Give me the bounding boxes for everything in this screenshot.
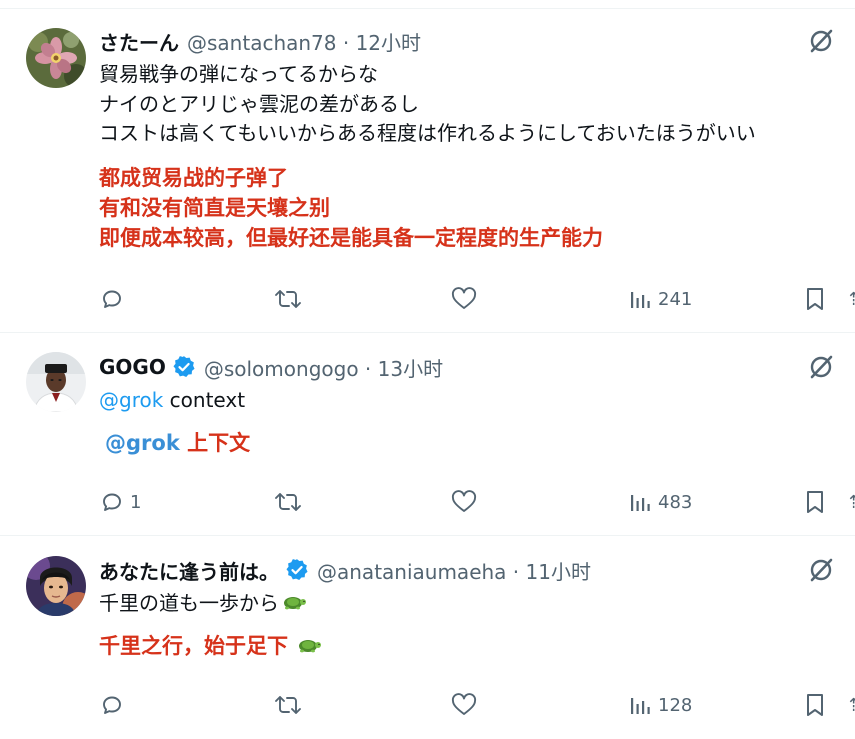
like-icon — [451, 693, 477, 715]
bookmark-button[interactable] — [804, 487, 826, 517]
avatar[interactable] — [26, 28, 86, 88]
views-button[interactable]: 241 — [628, 284, 692, 314]
like-button[interactable] — [451, 690, 483, 720]
tweet-header: GOGO @solomongogo · 13小时 — [99, 353, 443, 382]
turtle-emoji — [284, 597, 306, 610]
reply-icon — [103, 493, 121, 511]
views-button[interactable]: 483 — [628, 487, 692, 517]
translation-mention: @grok — [105, 431, 180, 455]
like-icon — [451, 287, 477, 309]
views-count: 483 — [658, 491, 693, 513]
verified-badge-icon — [173, 355, 195, 378]
tweet-text-line: 貿易戦争の弾になってるからな — [99, 62, 378, 86]
avatar[interactable] — [26, 352, 86, 412]
tweet-divider — [0, 332, 855, 333]
more-icon[interactable]: ⋮ — [849, 561, 855, 581]
retweet-icon — [275, 493, 301, 511]
bookmark-button[interactable] — [804, 690, 826, 720]
action-bar: 128 ⇡ — [98, 690, 855, 720]
share-icon[interactable]: ⇡ — [846, 690, 855, 720]
share-icon[interactable]: ⇡ — [846, 284, 855, 314]
tweet-text: 貿易戦争の弾になってるからな ナイのとアリじゃ雲泥の差があるし コストは高くても… — [99, 60, 756, 149]
views-icon — [631, 292, 650, 308]
verified-badge-icon — [286, 558, 308, 581]
views-icon — [631, 698, 650, 714]
like-button[interactable] — [451, 487, 483, 517]
tweet-text-line: ナイのとアリじゃ雲泥の差があるし — [99, 91, 419, 116]
bookmark-icon — [807, 694, 823, 716]
display-name[interactable]: さたーん — [99, 27, 179, 56]
reply-count: 1 — [130, 491, 142, 513]
mention-link[interactable]: @grok — [99, 388, 163, 412]
tweet-text: 千里の道も一歩から — [99, 589, 307, 619]
reply-icon — [103, 290, 121, 308]
bookmark-icon — [807, 491, 823, 513]
reply-button[interactable]: 1 — [100, 487, 141, 517]
translation-line: 都成贸易战的子弹了 — [99, 166, 288, 190]
tweet-text-content: 千里の道も一歩から — [99, 591, 279, 615]
translation-content: 千里之行，始于足下 — [99, 634, 288, 658]
handle-and-time[interactable]: @santachan78 · 12小时 — [187, 27, 421, 56]
tweet-text-line: コストは高くてもいいからある程度は作れるようにしておいたほうがいい — [99, 121, 756, 145]
reply-icon — [103, 696, 121, 714]
turtle-emoji — [299, 640, 321, 653]
top-divider — [0, 8, 855, 9]
grok-icon[interactable] — [807, 27, 835, 55]
avatar[interactable] — [26, 556, 86, 616]
translation-text: 都成贸易战的子弹了 有和没有简直是天壤之别 即便成本较高，但最好还是能具备一定程… — [99, 163, 603, 253]
like-icon — [451, 490, 477, 512]
bookmark-icon — [807, 288, 823, 310]
tweet-text: @grok context — [99, 386, 245, 416]
action-bar: 241 ⇡ — [98, 284, 855, 314]
like-button[interactable] — [451, 284, 483, 314]
retweet-icon — [275, 696, 301, 714]
display-name[interactable]: あなたに逢う前は。 — [99, 556, 279, 585]
more-icon[interactable]: ⋮ — [849, 358, 855, 378]
more-icon[interactable]: ⋮ — [849, 32, 855, 52]
reply-button[interactable] — [100, 284, 130, 314]
translation-text: 千里之行，始于足下 — [99, 631, 322, 661]
tweet-text-content: context — [163, 388, 246, 412]
tweet-divider — [0, 535, 855, 536]
retweet-button[interactable] — [274, 690, 308, 720]
grok-icon[interactable] — [807, 353, 835, 381]
retweet-icon — [275, 290, 301, 308]
bookmark-button[interactable] — [804, 284, 826, 314]
action-bar: 1 483 ⇡ — [98, 487, 855, 517]
tweet-header: あなたに逢う前は。 @anataniaumaeha · 11小时 — [99, 556, 591, 585]
retweet-button[interactable] — [274, 284, 308, 314]
translation-line: 即便成本较高，但最好还是能具备一定程度的生产能力 — [99, 226, 603, 250]
reply-button[interactable] — [100, 690, 130, 720]
grok-icon[interactable] — [807, 556, 835, 584]
retweet-button[interactable] — [274, 487, 308, 517]
translation-text: @grok 上下文 — [105, 428, 250, 458]
share-icon[interactable]: ⇡ — [846, 487, 855, 517]
display-name[interactable]: GOGO — [99, 355, 166, 379]
handle-and-time[interactable]: @solomongogo · 13小时 — [204, 353, 443, 382]
translation-content: 上下文 — [179, 431, 251, 455]
handle-and-time[interactable]: @anataniaumaeha · 11小时 — [317, 556, 591, 585]
translation-line: 有和没有简直是天壤之别 — [99, 196, 330, 220]
tweet-header: さたーん @santachan78 · 12小时 — [99, 27, 421, 56]
views-button[interactable]: 128 — [628, 690, 692, 720]
views-count: 128 — [658, 694, 693, 716]
views-icon — [631, 495, 650, 511]
views-count: 241 — [658, 288, 693, 310]
